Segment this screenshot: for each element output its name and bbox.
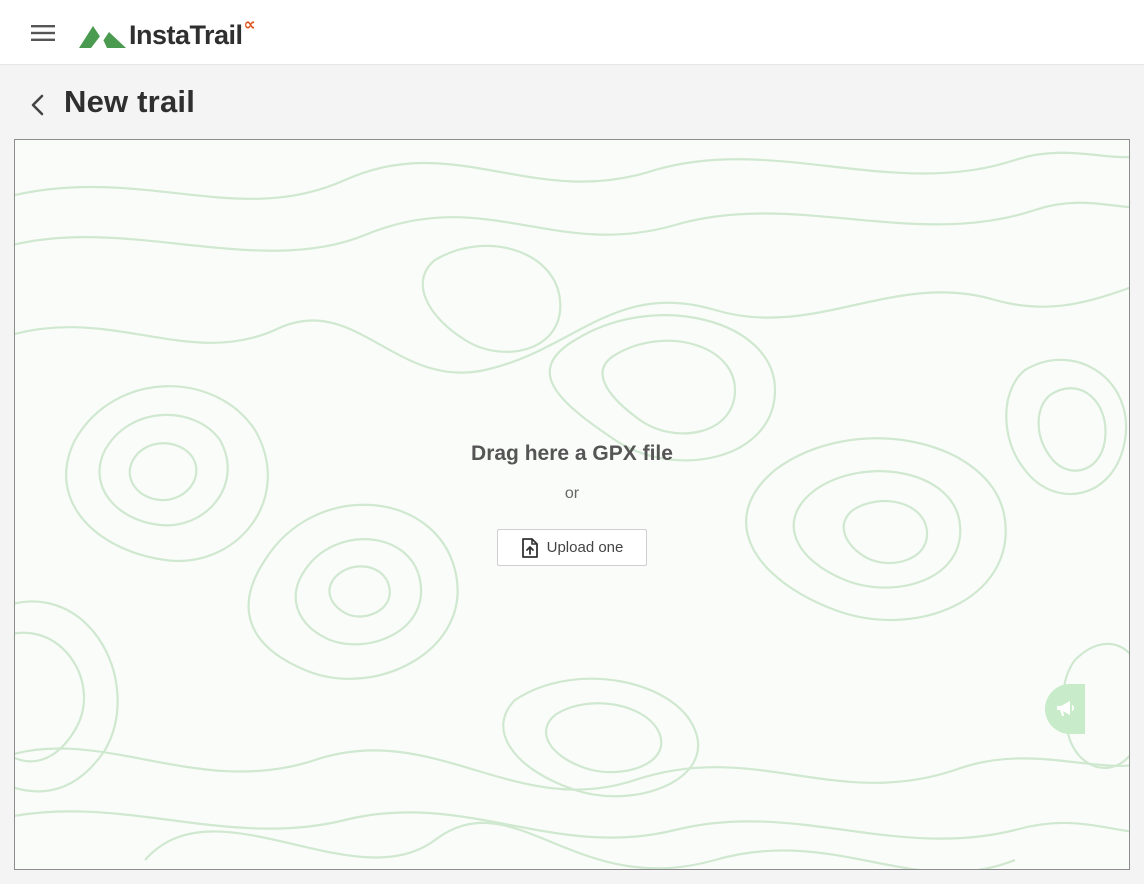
drop-title: Drag here a GPX file <box>471 442 673 465</box>
logo-text: InstaTrail <box>129 20 243 50</box>
topographic-background <box>15 151 1129 869</box>
page-title: New trail <box>64 84 196 119</box>
file-upload-icon <box>521 537 538 558</box>
upload-button-label: Upload one <box>546 539 624 556</box>
hamburger-menu-icon <box>31 25 55 41</box>
drop-or-text: or <box>564 485 580 502</box>
instatrail-logo[interactable]: InstaTrail ∝ <box>79 15 256 50</box>
mountain-logo-icon <box>79 26 126 48</box>
menu-button[interactable] <box>26 18 60 48</box>
upload-button[interactable]: Upload one <box>497 529 647 566</box>
gpx-dropzone[interactable]: Drag here a GPX file or Upload one <box>14 139 1130 870</box>
back-button[interactable] <box>24 90 52 120</box>
drop-instructions: Drag here a GPX file or <box>15 440 1129 503</box>
megaphone-icon <box>1057 701 1075 716</box>
page-title-bar: New trail <box>0 66 1144 140</box>
app-header: InstaTrail ∝ <box>0 0 1144 65</box>
chevron-left-icon <box>31 94 44 116</box>
logo-alpha: ∝ <box>243 15 256 35</box>
